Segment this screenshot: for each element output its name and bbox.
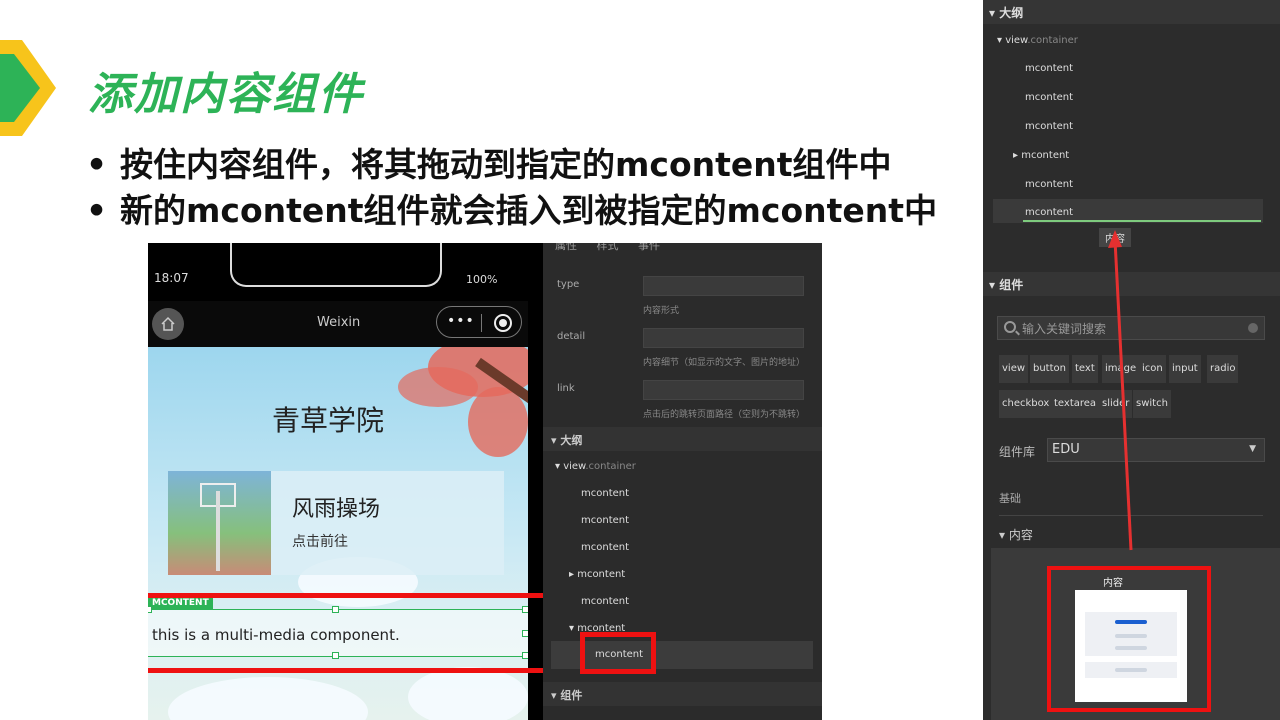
field-label-detail: detail: [557, 331, 586, 342]
highlight-box: [1047, 566, 1211, 712]
chevron-arrow-icon: [0, 40, 56, 136]
content-group-label: 内容: [1008, 528, 1033, 542]
chip-textarea[interactable]: textarea: [1051, 390, 1100, 418]
chip-button[interactable]: button: [1030, 355, 1069, 383]
basketball-court-image: [168, 471, 271, 575]
phone-preview: 18:07 100% Weixin ••• 青草学院 风雨操场 点击前往 MCO…: [148, 243, 543, 720]
library-select[interactable]: EDU ▼: [1047, 438, 1265, 462]
chip-view[interactable]: view: [999, 355, 1029, 383]
status-battery: 100%: [466, 273, 498, 286]
tree-label: view: [1005, 35, 1028, 46]
properties-panel: 属性 样式 事件 type 内容形式 detail 内容细节（如显示的文字、图片…: [543, 243, 822, 720]
nav-title: Weixin: [317, 315, 361, 330]
tree-item-collapsed[interactable]: ▸ mcontent: [569, 569, 625, 580]
components-section-header[interactable]: ▾ 组件: [543, 682, 822, 706]
tree-class: .container: [1027, 35, 1078, 46]
tree-item[interactable]: mcontent: [1025, 63, 1073, 74]
bullet-text: 新的mcontent组件就会插入到被指定的mcontent中: [120, 191, 938, 230]
tab-properties[interactable]: 属性: [555, 243, 577, 252]
clear-icon[interactable]: [1248, 323, 1258, 333]
editor-screenshot: 18:07 100% Weixin ••• 青草学院 风雨操场 点击前往 MCO…: [148, 243, 822, 720]
capsule-menu[interactable]: •••: [436, 306, 522, 338]
highlight-box: [580, 632, 656, 674]
tree-item[interactable]: mcontent: [1025, 121, 1073, 132]
tree-item[interactable]: mcontent: [1025, 179, 1073, 190]
tree-item[interactable]: mcontent: [581, 542, 629, 553]
outline-header-label: 大纲: [999, 6, 1024, 20]
chip-checkbox[interactable]: checkbox: [999, 390, 1053, 418]
chip-input[interactable]: input: [1169, 355, 1201, 383]
tree-item[interactable]: mcontent: [581, 596, 629, 607]
capsule-divider: [481, 314, 482, 332]
bullet-item: • 新的mcontent组件就会插入到被指定的mcontent中: [86, 191, 938, 230]
type-input[interactable]: [643, 276, 804, 296]
phone-notch: [230, 243, 442, 287]
bullet-item: • 按住内容组件，将其拖动到指定的mcontent组件中: [86, 145, 892, 184]
tree-blossom-decoration: [398, 367, 478, 407]
home-button[interactable]: [152, 308, 184, 340]
slide-title: 添加内容组件: [88, 69, 364, 120]
status-time: 18:07: [154, 271, 189, 285]
field-hint: 点击后的跳转页面路径（空则为不跳转）: [643, 410, 806, 420]
status-bar: 18:07 100%: [148, 243, 528, 299]
tree-item-drop-target[interactable]: mcontent: [1025, 207, 1073, 218]
bullet-list: • 按住内容组件，将其拖动到指定的mcontent组件中 • 新的mcontent组…: [86, 142, 937, 234]
link-input[interactable]: [643, 380, 804, 400]
tree-item-root[interactable]: ▾ view.container: [555, 461, 636, 472]
outline-header-label: 大纲: [560, 434, 583, 447]
tab-events[interactable]: 事件: [638, 243, 660, 252]
field-hint: 内容形式: [643, 306, 680, 316]
home-icon: [161, 316, 175, 331]
drag-arrow-icon: [1108, 230, 1133, 551]
chip-icon[interactable]: icon: [1139, 355, 1166, 383]
cloud-decoration: [168, 677, 368, 720]
field-label-link: link: [557, 383, 575, 394]
tree-item[interactable]: mcontent: [1025, 92, 1073, 103]
search-icon: [1004, 321, 1016, 333]
content-group-header[interactable]: ▾ 内容: [999, 526, 1033, 543]
panel-tabs: 属性 样式 事件: [555, 243, 676, 253]
search-placeholder: 输入关键词搜索: [1022, 322, 1107, 336]
library-label: 组件库: [999, 445, 1036, 459]
tree-item[interactable]: mcontent: [581, 488, 629, 499]
highlight-box: [148, 593, 543, 673]
outline-section-header[interactable]: ▾ 大纲: [543, 427, 822, 451]
tree-item-root[interactable]: ▾ view.container: [997, 35, 1078, 46]
bullet-text: 按住内容组件，将其拖动到指定的mcontent组件中: [120, 145, 892, 184]
location-card[interactable]: 风雨操场 点击前往: [168, 471, 504, 575]
card-title: 风雨操场: [292, 497, 381, 522]
hoop-pole: [216, 491, 220, 571]
drop-indicator: [1023, 220, 1261, 222]
detail-input[interactable]: [643, 328, 804, 348]
nav-bar: Weixin •••: [148, 301, 528, 347]
caret-down-icon: ▼: [1249, 444, 1256, 454]
library-value: EDU: [1052, 442, 1080, 457]
field-label-type: type: [557, 279, 580, 290]
components-header-label: 组件: [560, 689, 583, 702]
basic-group-label: 基础: [999, 492, 1021, 505]
tree-item[interactable]: mcontent: [581, 515, 629, 526]
tree-label: mcontent: [1021, 150, 1070, 161]
tree-label: view: [563, 461, 586, 472]
components-header-label: 组件: [999, 278, 1024, 292]
chip-radio[interactable]: radio: [1207, 355, 1239, 383]
school-name: 青草学院: [272, 404, 385, 437]
close-target-icon[interactable]: [494, 314, 512, 332]
outline-section-header[interactable]: ▾ 大纲: [983, 0, 1280, 24]
chip-text[interactable]: text: [1072, 355, 1098, 383]
cloud-decoration: [408, 667, 528, 720]
more-icon[interactable]: •••: [447, 313, 475, 329]
card-link[interactable]: 点击前往: [292, 531, 348, 551]
tab-styles[interactable]: 样式: [597, 243, 619, 252]
tree-item-collapsed[interactable]: ▸ mcontent: [1013, 150, 1069, 161]
tree-label: mcontent: [577, 569, 626, 580]
field-hint: 内容细节（如显示的文字、图片的地址）: [643, 358, 806, 368]
tree-class: .container: [585, 461, 636, 472]
